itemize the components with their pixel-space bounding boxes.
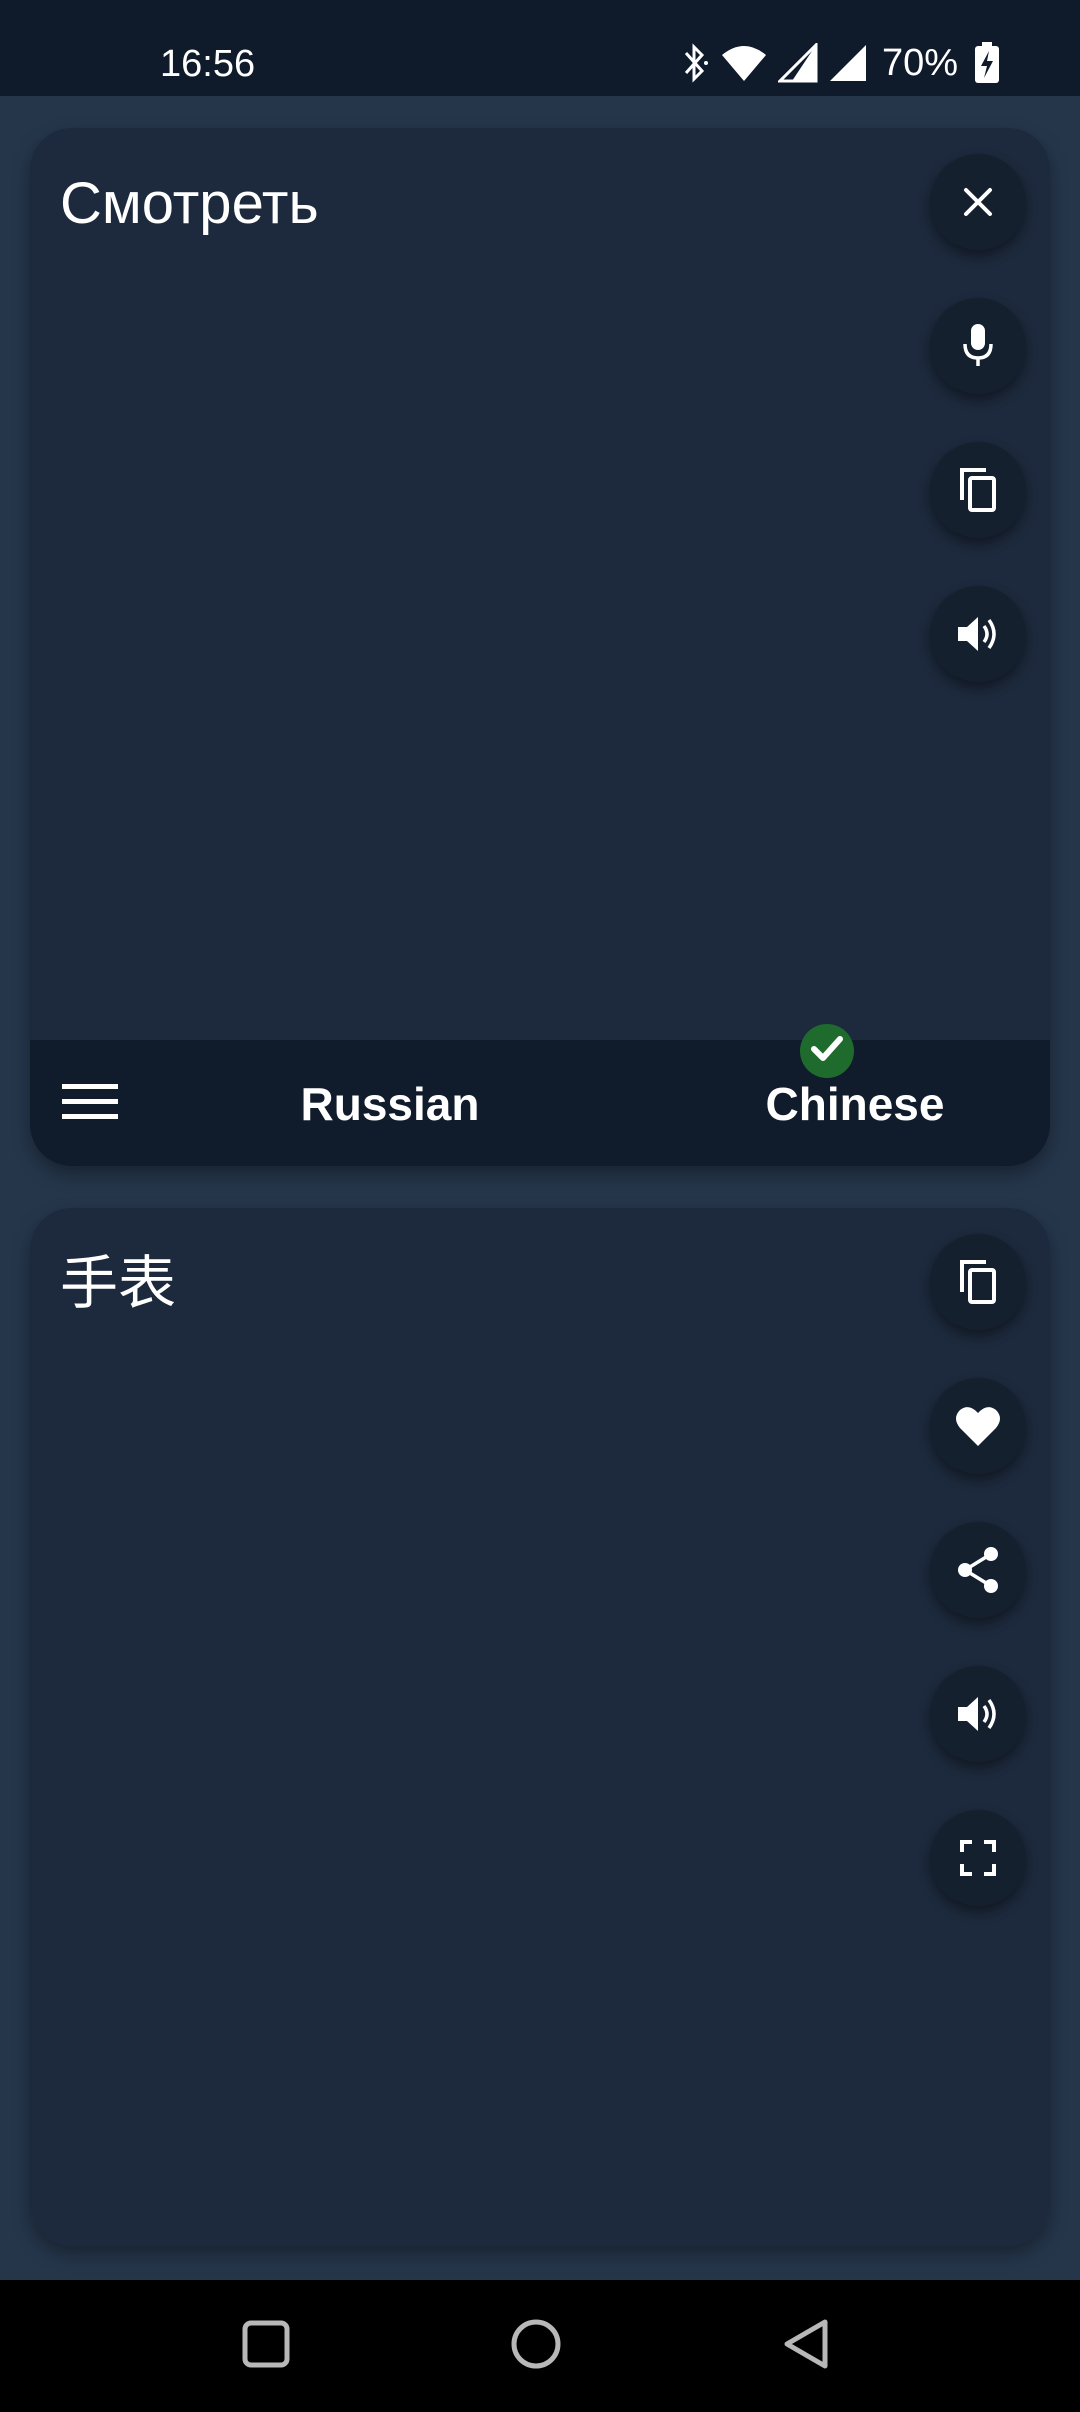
favorite-button[interactable]: [930, 1378, 1026, 1474]
voice-input-button[interactable]: [930, 298, 1026, 394]
speak-source-button[interactable]: [930, 586, 1026, 682]
back-button[interactable]: [766, 2306, 846, 2386]
speaker-icon: [954, 1692, 1002, 1736]
signal-icon: [828, 43, 868, 83]
back-icon: [779, 2317, 833, 2376]
copy-source-button[interactable]: [930, 442, 1026, 538]
home-button[interactable]: [496, 2306, 576, 2386]
menu-icon: [62, 1082, 118, 1127]
navigation-bar: [0, 2280, 1080, 2412]
speaker-icon: [954, 612, 1002, 656]
bluetooth-icon: [680, 43, 710, 83]
speak-translation-button[interactable]: [930, 1666, 1026, 1762]
share-icon: [955, 1546, 1001, 1594]
target-language-button[interactable]: Chinese: [710, 1066, 1000, 1142]
selected-badge: [800, 1024, 854, 1078]
status-bar: 16:56 70%: [0, 0, 1080, 96]
recent-apps-button[interactable]: [226, 2306, 306, 2386]
language-bar: Russian Chinese: [30, 1024, 1050, 1166]
copy-icon: [956, 466, 1000, 514]
close-icon: [958, 182, 998, 222]
fullscreen-button[interactable]: [930, 1810, 1026, 1906]
status-icons: 70%: [680, 38, 1000, 88]
home-icon: [509, 2317, 563, 2376]
status-time: 16:56: [160, 43, 256, 85]
recent-apps-icon: [241, 2319, 291, 2374]
share-button[interactable]: [930, 1522, 1026, 1618]
menu-button[interactable]: [50, 1064, 130, 1144]
fullscreen-icon: [958, 1838, 998, 1878]
battery-charging-icon: [974, 42, 1000, 84]
signal-icon: [777, 43, 818, 83]
check-icon: [810, 1034, 844, 1069]
battery-percent: 70%: [881, 42, 958, 84]
translation-text: 手表: [60, 1251, 177, 1316]
source-text[interactable]: Смотреть: [60, 168, 319, 240]
microphone-icon: [958, 322, 998, 370]
copy-icon: [956, 1258, 1000, 1306]
copy-translation-button[interactable]: [930, 1234, 1026, 1330]
source-panel: Смотреть Russian Chinese: [30, 128, 1050, 1166]
wifi-icon: [720, 43, 768, 83]
source-language-button[interactable]: Russian: [260, 1066, 520, 1142]
translation-panel: 手表: [30, 1208, 1050, 2246]
heart-icon: [954, 1404, 1002, 1448]
clear-button[interactable]: [930, 154, 1026, 250]
